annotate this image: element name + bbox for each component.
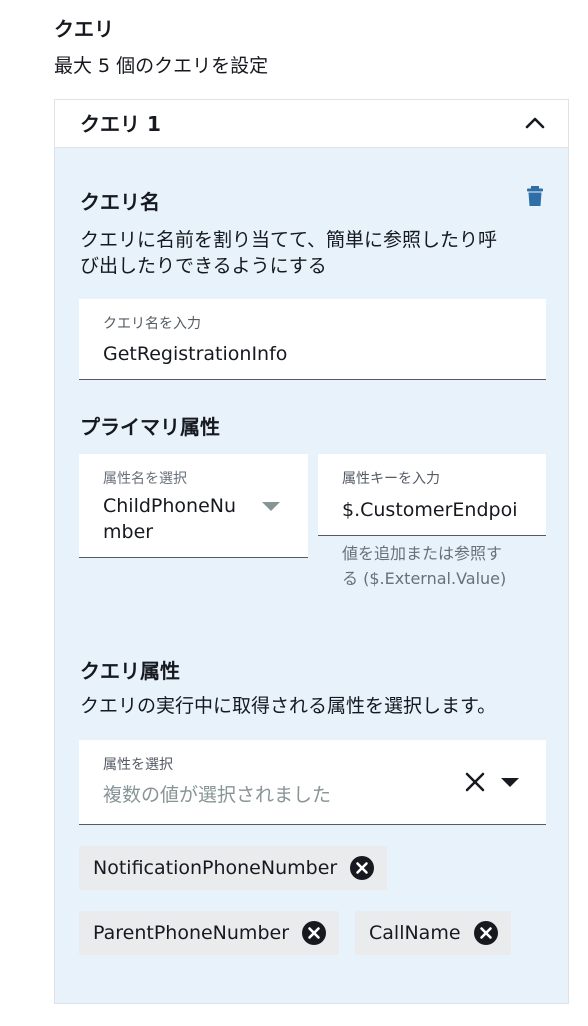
section-title: クエリ — [54, 17, 114, 41]
attribute-key-field-label: 属性キーを入力 — [342, 471, 440, 487]
query-name-input[interactable]: GetRegistrationInfo — [103, 342, 287, 367]
trash-icon[interactable] — [526, 185, 544, 207]
query-name-description-line2: び出したりできるようにする — [80, 255, 327, 277]
query-panel-header[interactable]: クエリ 1 — [55, 100, 568, 148]
remove-token-icon[interactable] — [473, 920, 499, 946]
query-name-description-line1: クエリに名前を割り当てて、簡単に参照したり呼 — [80, 229, 498, 251]
query-attributes-select-label: 属性を選択 — [103, 757, 173, 773]
attribute-name-value-line2: mber — [103, 521, 154, 543]
attribute-key-input[interactable]: $.CustomerEndpoi — [342, 498, 542, 523]
attribute-name-select[interactable]: 属性名を選択 ChildPhoneNu mber — [79, 454, 308, 558]
close-icon[interactable] — [465, 772, 485, 792]
token-notification-phone-number: NotificationPhoneNumber — [79, 846, 388, 890]
chevron-down-icon[interactable] — [262, 502, 280, 511]
token-label: ParentPhoneNumber — [93, 922, 290, 944]
section-description: 最大 5 個のクエリを設定 — [54, 55, 269, 77]
query-panel: クエリ 1 クエリ名 クエリに名前を割り当てて、簡単に参照したり呼 び出したりで… — [54, 99, 569, 1004]
attribute-name-value-line1: ChildPhoneNu — [103, 495, 237, 517]
remove-token-icon[interactable] — [349, 855, 375, 881]
query-panel-title: クエリ 1 — [80, 112, 161, 136]
attribute-key-field[interactable]: 属性キーを入力 $.CustomerEndpoi — [318, 454, 546, 536]
chevron-up-icon[interactable] — [524, 112, 546, 134]
chevron-down-icon[interactable] — [501, 778, 519, 787]
attribute-key-hint-line1: 値を追加または参照す — [342, 544, 503, 563]
remove-token-icon[interactable] — [301, 920, 327, 946]
token-parent-phone-number: ParentPhoneNumber — [79, 911, 340, 955]
query-attributes-placeholder: 複数の値が選択されました — [103, 784, 332, 806]
attribute-name-select-label: 属性名を選択 — [103, 471, 187, 487]
primary-attribute-label: プライマリ属性 — [80, 415, 220, 439]
token-label: CallName — [369, 922, 461, 944]
query-attributes-multiselect[interactable]: 属性を選択 複数の値が選択されました — [79, 740, 546, 825]
query-attributes-description: クエリの実行中に取得される属性を選択します。 — [80, 695, 497, 717]
query-name-field-label: クエリ名を入力 — [103, 316, 201, 332]
query-name-label: クエリ名 — [80, 190, 160, 214]
attribute-key-hint-line2: る ($.External.Value) — [342, 569, 507, 588]
token-label: NotificationPhoneNumber — [93, 857, 338, 879]
query-name-field[interactable]: クエリ名を入力 GetRegistrationInfo — [79, 299, 546, 380]
token-call-name: CallName — [355, 911, 511, 955]
query-attributes-label: クエリ属性 — [80, 659, 180, 683]
